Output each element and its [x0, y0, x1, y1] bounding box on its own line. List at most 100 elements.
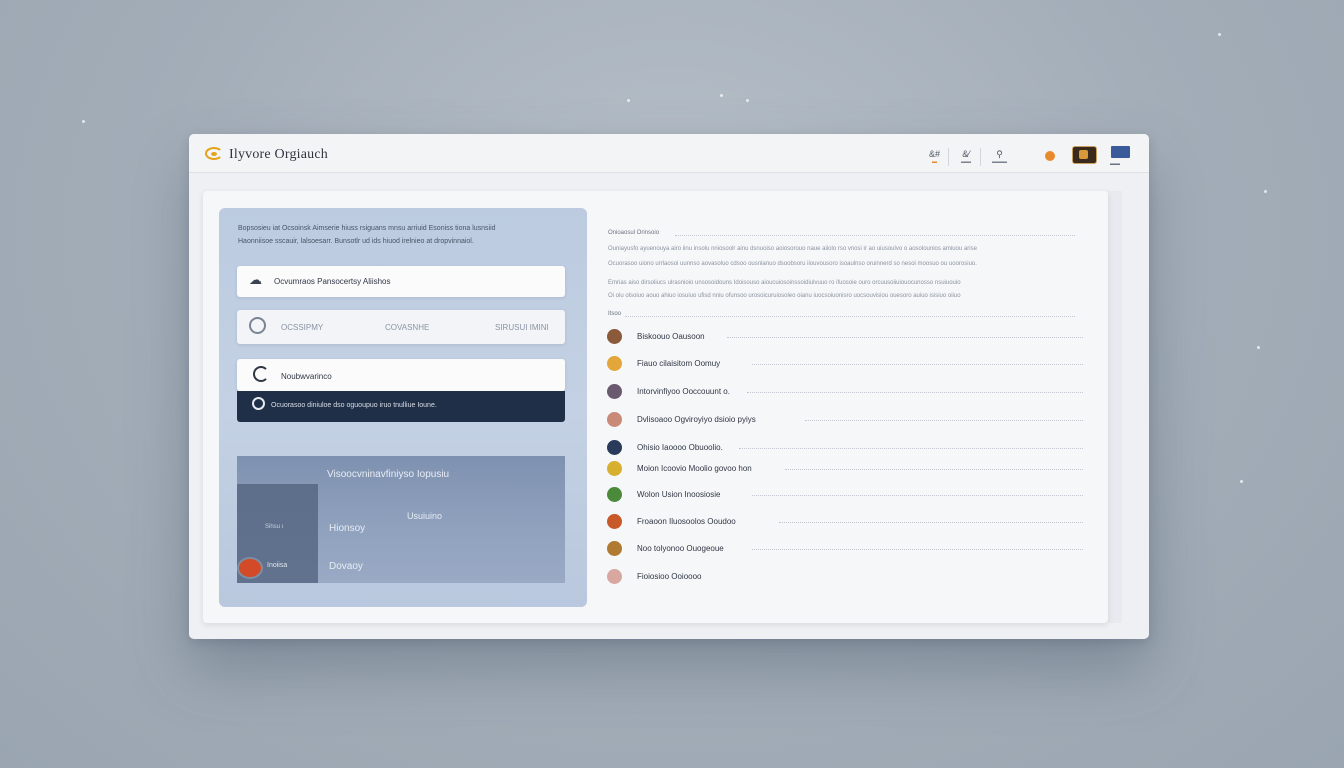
media-subtitle-1: Usuiuino — [407, 511, 443, 521]
description-line-1: Ouniayusfo ayuenouya airo iinu insolu nn… — [608, 246, 977, 252]
list-item[interactable]: Dvlisoaoo Ogviroyiyo dsioio pyiys — [607, 410, 1083, 430]
toolbar-divider — [948, 148, 949, 166]
media-side-label-1: Sihsu ı — [265, 524, 284, 530]
user-avatar[interactable] — [1072, 146, 1097, 164]
background-dot — [627, 99, 630, 102]
title-bar: Ilyvore Orgiauch &# ▬ &⁄ ▬▬ ⚲ ▬▬▬ ▬▬ — [189, 134, 1149, 173]
flag-icon[interactable] — [1111, 146, 1130, 158]
avatar — [607, 569, 622, 584]
avatar — [607, 412, 622, 427]
list-item-label: Wolon Usion Inoosiosie — [637, 490, 721, 499]
background-dot — [1257, 346, 1260, 349]
toolbar-button-3-icon: ⚲ — [996, 149, 1003, 159]
background-dot — [82, 120, 85, 123]
refresh-icon — [252, 397, 265, 410]
details-panel: Onioaosul Orinsoio Ouniayusfo ayuenouya … — [595, 208, 1098, 608]
divider — [625, 316, 1075, 317]
avatar — [607, 440, 622, 455]
media-title: Visoocvninavfiniyso Iopusiu — [327, 469, 450, 480]
background-dot — [746, 99, 749, 102]
media-side-label-2: Inoiisa — [267, 562, 288, 569]
toolbar-button-1-icon: &# — [929, 149, 941, 159]
row-divider — [727, 337, 1083, 338]
row-divider — [739, 448, 1083, 449]
text-field-2-right: SIRUSUI IMINI — [495, 323, 549, 332]
text-field-2-middle: COVASNHE — [385, 323, 430, 332]
list-item-label: Ohisio Iaoooo Obuoolio. — [637, 443, 723, 452]
divider — [675, 235, 1075, 236]
text-field-2[interactable]: OCSSIPMY COVASNHE SIRUSUI IMINI — [237, 310, 565, 344]
toolbar-button-1-label: ▬ — [932, 159, 937, 165]
dropdown-option[interactable]: Ocuorasoo diniuloe dso oguoupuo iruo tnu… — [237, 391, 565, 422]
media-card[interactable]: Visoocvninavfiniyso Iopusiu Usuiuino Hio… — [237, 456, 565, 583]
avatar — [607, 461, 622, 476]
main-content: Bopsosieu iat Ocsoinsk Aimserie hiuss rs… — [203, 191, 1108, 623]
intro-text: Bopsosieu iat Ocsoinsk Aimserie hiuss rs… — [238, 225, 496, 245]
list-item-label: Fioiosioo Ooioooo — [637, 572, 702, 581]
toolbar-button-2-icon: &⁄ — [962, 149, 970, 159]
list-item[interactable]: Moion Icoovio Moolio govoo hon — [607, 459, 1083, 479]
list-item[interactable]: Ohisio Iaoooo Obuoolio. — [607, 438, 1083, 458]
row-divider — [805, 420, 1083, 421]
cloud-icon: ☁ — [249, 272, 262, 287]
row-divider — [752, 549, 1083, 550]
toolbar-button-2-label: ▬▬ — [961, 159, 971, 165]
description-line-2: Ocuorasoo uiono urrlaosoi uunnso aovasol… — [608, 261, 977, 267]
avatar — [607, 514, 622, 529]
background-dot — [720, 94, 723, 97]
media-subtitle-2: Hionsoy — [329, 523, 366, 534]
text-field-3-value: Noubwvarinco — [281, 372, 332, 381]
text-field-2-placeholder: OCSSIPMY — [281, 323, 324, 332]
list-item[interactable]: Wolon Usion Inoosiosie — [607, 485, 1083, 505]
background-dot — [1218, 33, 1221, 36]
avatar — [607, 384, 622, 399]
avatar — [607, 329, 622, 344]
list-item-label: Intorvinfiyoo Ooccouunt o. — [637, 387, 730, 396]
row-divider — [785, 469, 1083, 470]
row-divider — [747, 392, 1083, 393]
list-item-label: Noo tolyonoo Ouogeoue — [637, 544, 724, 553]
toolbar-button-3[interactable]: ⚲ ▬▬▬ — [992, 149, 1007, 165]
list-item-label: Fiauo cilaisitom Oomuy — [637, 359, 721, 368]
toolbar-button-3-label: ▬▬▬ — [992, 159, 1007, 165]
reload-icon — [253, 366, 269, 382]
flag-label: ▬▬ — [1110, 161, 1120, 167]
toolbar-divider — [980, 148, 981, 166]
list-item[interactable]: Intorvinfiyoo Ooccouunt o. — [607, 382, 1083, 402]
avatar — [607, 487, 622, 502]
text-field-1[interactable]: ☁ Ocvumraos Pansocertsy Aliishos — [237, 266, 565, 297]
list-item-label: Moion Icoovio Moolio govoo hon — [637, 464, 752, 473]
list-item[interactable]: Biskoouo Oausoon — [607, 327, 1083, 347]
app-logo-icon — [205, 147, 223, 160]
avatar — [607, 356, 622, 371]
list-item[interactable]: Fioiosioo Ooioooo — [607, 567, 1083, 587]
list-item[interactable]: Fiauo cilaisitom Oomuy — [607, 354, 1083, 374]
text-field-3[interactable]: Noubwvarinco — [237, 359, 565, 391]
row-divider — [779, 522, 1083, 523]
row-divider — [752, 495, 1083, 496]
media-subtitle-3: Dovaoy — [329, 561, 363, 572]
dropdown-option-label: Ocuorasoo diniuloe dso oguoupuo iruo tnu… — [271, 402, 437, 409]
details-heading: Onioaosul Orinsoio — [608, 230, 660, 236]
toolbar-button-2[interactable]: &⁄ ▬▬ — [961, 149, 971, 165]
list-label: Itsoo — [608, 311, 622, 317]
list-item-label: Biskoouo Oausoon — [637, 332, 705, 341]
app-title: Ilyvore Orgiauch — [229, 147, 328, 162]
description-line-4: Oi oiu olsoiuo aouo ahiuo iosuiuo ufisd … — [608, 293, 961, 299]
list-item-label: Dvlisoaoo Ogviroyiyo dsioio pyiys — [637, 415, 756, 424]
text-field-1-value: Ocvumraos Pansocertsy Aliishos — [274, 277, 391, 286]
list-item-label: Froaoon Iluosoolos Ooudoo — [637, 517, 736, 526]
list-item[interactable]: Noo tolyonoo Ouogeoue — [607, 539, 1083, 559]
row-divider — [752, 364, 1083, 365]
background-dot — [1264, 190, 1267, 193]
list-item[interactable]: Froaoon Iluosoolos Ooudoo — [607, 512, 1083, 532]
side-rail — [1108, 191, 1122, 623]
app-window: Ilyvore Orgiauch &# ▬ &⁄ ▬▬ ⚲ ▬▬▬ ▬▬ Bop… — [189, 134, 1149, 639]
background-dot — [1240, 480, 1243, 483]
avatar — [607, 541, 622, 556]
media-thumbnail — [239, 559, 261, 577]
notification-icon[interactable] — [1045, 151, 1055, 161]
toolbar-button-1[interactable]: &# ▬ — [929, 149, 940, 165]
refresh-icon — [249, 317, 266, 334]
form-panel: Bopsosieu iat Ocsoinsk Aimserie hiuss rs… — [219, 208, 587, 607]
